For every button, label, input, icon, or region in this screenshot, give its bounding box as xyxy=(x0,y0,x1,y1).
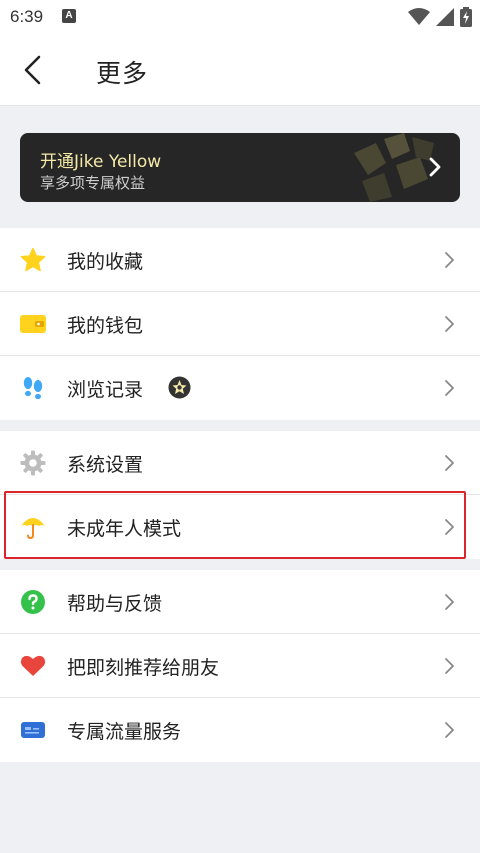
sim-card-icon xyxy=(20,717,46,743)
menu-item-history[interactable]: 浏览记录 xyxy=(0,356,480,420)
chevron-right-icon xyxy=(445,316,454,332)
menu-group-support: 帮助与反馈 把即刻推荐给朋友 专属流量服务 xyxy=(0,570,480,762)
menu-group-settings: 系统设置 未成年人模式 xyxy=(0,431,480,559)
menu-item-label: 我的钱包 xyxy=(67,315,144,337)
menu-item-system-settings[interactable]: 系统设置 xyxy=(0,431,480,495)
heart-icon xyxy=(20,653,46,679)
footprints-icon xyxy=(20,375,46,401)
chevron-right-icon xyxy=(445,722,454,738)
chevron-right-icon xyxy=(445,594,454,610)
banner-arrow xyxy=(424,155,446,179)
menu-item-recommend[interactable]: 把即刻推荐给朋友 xyxy=(0,634,480,698)
menu-item-wallet[interactable]: 我的钱包 xyxy=(0,292,480,356)
menu-item-label: 专属流量服务 xyxy=(67,721,182,743)
jike-yellow-banner[interactable]: 开通Jike Yellow 享多项专属权益 xyxy=(20,133,460,202)
menu-item-minor-mode[interactable]: 未成年人模式 xyxy=(0,495,480,559)
status-bar: 6:39 A xyxy=(0,0,480,34)
chevron-right-icon xyxy=(429,157,441,177)
menu-item-label: 系统设置 xyxy=(67,454,144,476)
notification-icon: A xyxy=(62,9,76,23)
menu-group-personal: 我的收藏 我的钱包 浏览记录 xyxy=(0,228,480,420)
menu-item-label: 我的收藏 xyxy=(67,251,144,273)
chevron-right-icon xyxy=(445,455,454,471)
gear-icon xyxy=(20,450,46,476)
menu-item-favorites[interactable]: 我的收藏 xyxy=(0,228,480,292)
menu-item-label: 未成年人模式 xyxy=(67,518,182,540)
chevron-right-icon xyxy=(445,519,454,535)
menu-item-label: 浏览记录 xyxy=(67,379,144,401)
star-icon xyxy=(20,247,46,273)
jike-badge-icon xyxy=(168,376,191,399)
chevron-right-icon xyxy=(445,658,454,674)
status-icons xyxy=(408,7,472,27)
page-title: 更多 xyxy=(96,59,149,88)
back-button[interactable] xyxy=(14,52,50,88)
wallet-icon xyxy=(20,311,46,337)
banner-subtitle: 享多项专属权益 xyxy=(40,174,146,192)
wifi-icon xyxy=(408,8,430,25)
status-time: 6:39 xyxy=(10,7,44,26)
back-arrow-icon xyxy=(24,55,41,85)
banner-title: 开通Jike Yellow xyxy=(40,152,162,172)
menu-item-help-feedback[interactable]: 帮助与反馈 xyxy=(0,570,480,634)
question-icon xyxy=(20,589,46,615)
umbrella-icon xyxy=(20,514,46,540)
chevron-right-icon xyxy=(445,252,454,268)
menu-item-label: 把即刻推荐给朋友 xyxy=(67,657,220,679)
menu-item-data-service[interactable]: 专属流量服务 xyxy=(0,698,480,762)
menu-item-label: 帮助与反馈 xyxy=(67,593,163,615)
cell-signal-icon xyxy=(436,8,454,26)
chevron-right-icon xyxy=(445,380,454,396)
header: 更多 xyxy=(0,34,480,106)
battery-icon xyxy=(460,7,472,27)
